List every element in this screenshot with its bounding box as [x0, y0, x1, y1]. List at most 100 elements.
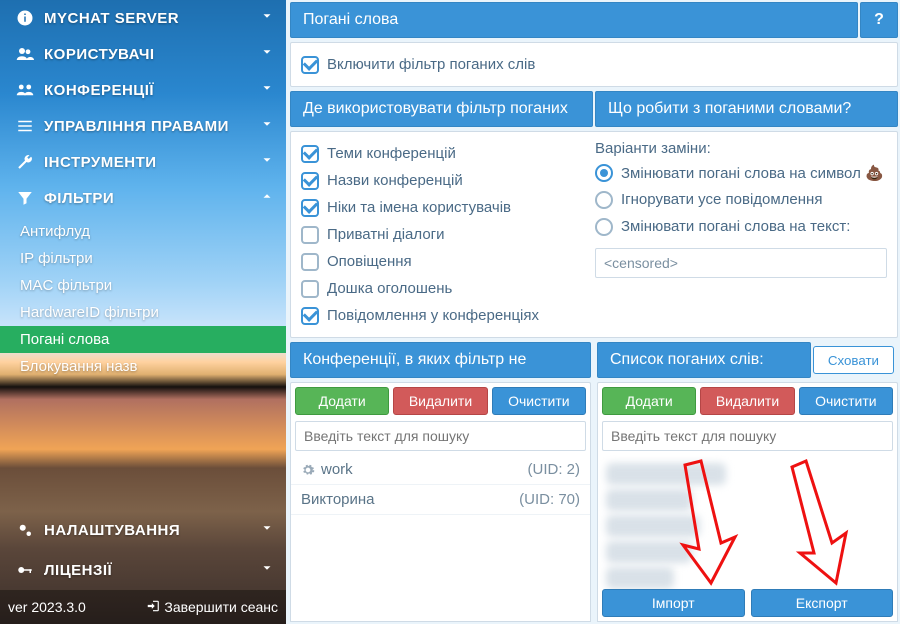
logout-link[interactable]: Завершити сеанс [146, 599, 278, 616]
what-title: Що робити з поганими словами? [595, 91, 898, 127]
import-button[interactable]: Імпорт [602, 589, 745, 617]
options-panel: Теми конференцій Назви конференцій Ніки … [290, 131, 898, 338]
nav-tools[interactable]: ІНСТРУМЕНТИ [0, 144, 286, 180]
sidebar: MYCHAT SERVER КОРИСТУВАЧІ КОНФЕРЕНЦІЇ УП… [0, 0, 286, 624]
sub-bad-words[interactable]: Погані слова [0, 326, 286, 353]
nav-licenses[interactable]: ЛІЦЕНЗІЇ [0, 550, 286, 590]
radio-icon [595, 164, 613, 182]
variants-title: Варіанти заміни: [595, 140, 887, 157]
conf-delete-button[interactable]: Видалити [393, 387, 487, 415]
sub-mac-filters[interactable]: MAC фільтри [0, 272, 286, 299]
wrench-icon [14, 153, 36, 171]
version-label: ver 2023.3.0 [8, 599, 146, 615]
nav-label: MYCHAT SERVER [44, 10, 179, 27]
chevron-down-icon [260, 521, 274, 539]
conf-name: Викторина [301, 491, 375, 508]
blurred-words [606, 459, 777, 585]
checkbox-icon [301, 56, 319, 74]
where-column: Теми конференцій Назви конференцій Ніки … [301, 140, 593, 329]
nav-filters[interactable]: ФІЛЬТРИ [0, 180, 286, 216]
conferences-list: work (UID: 2) Викторина (UID: 70) [290, 455, 591, 622]
gears-icon [14, 521, 36, 539]
checkbox-icon [301, 199, 319, 217]
conferences-column: Конференції, в яких фільтр не Додати Вид… [290, 342, 591, 622]
words-list: Імпорт Експорт [597, 455, 898, 622]
key-icon [14, 561, 36, 579]
nav-users[interactable]: КОРИСТУВАЧІ [0, 36, 286, 72]
nav-settings[interactable]: НАЛАШТУВАННЯ [0, 510, 286, 550]
words-clear-button[interactable]: Очистити [799, 387, 893, 415]
nav-rights[interactable]: УПРАВЛІННЯ ПРАВАМИ [0, 108, 286, 144]
checkbox-icon [301, 253, 319, 271]
replace-text-input[interactable] [595, 248, 887, 278]
conf-add-button[interactable]: Додати [295, 387, 389, 415]
where-names[interactable]: Назви конференцій [301, 167, 593, 194]
checkbox-icon [301, 172, 319, 190]
nav: MYCHAT SERVER КОРИСТУВАЧІ КОНФЕРЕНЦІЇ УП… [0, 0, 286, 386]
sub-block-names[interactable]: Блокування назв [0, 353, 286, 380]
list-item[interactable]: Викторина (UID: 70) [291, 485, 590, 515]
nav-label: ФІЛЬТРИ [44, 190, 114, 207]
where-nicks[interactable]: Ніки та імена користувачів [301, 194, 593, 221]
words-add-button[interactable]: Додати [602, 387, 696, 415]
nav-label: УПРАВЛІННЯ ПРАВАМИ [44, 118, 229, 135]
users-icon [14, 45, 36, 63]
bottombar: ver 2023.3.0 Завершити сеанс [0, 590, 286, 624]
where-topics[interactable]: Теми конференцій [301, 140, 593, 167]
words-delete-button[interactable]: Видалити [700, 387, 794, 415]
where-messages[interactable]: Повідомлення у конференціях [301, 302, 593, 329]
nav-conferences[interactable]: КОНФЕРЕНЦІЇ [0, 72, 286, 108]
chevron-down-icon [260, 117, 274, 135]
variant-ignore[interactable]: Ігнорувати усе повідомлення [595, 186, 887, 213]
list-icon [14, 117, 36, 135]
radio-icon [595, 218, 613, 236]
main: Погані слова ? Включити фільтр поганих с… [286, 0, 900, 624]
conf-uid: (UID: 70) [519, 491, 580, 508]
chevron-down-icon [260, 45, 274, 63]
conf-clear-button[interactable]: Очистити [492, 387, 586, 415]
conf-name: work [321, 461, 353, 478]
sub-ip-filters[interactable]: IP фільтри [0, 245, 286, 272]
sub-hardwareid-filters[interactable]: HardwareID фільтри [0, 299, 286, 326]
chevron-down-icon [260, 9, 274, 27]
chevron-down-icon [260, 81, 274, 99]
nav-mychat-server[interactable]: MYCHAT SERVER [0, 0, 286, 36]
logout-icon [146, 599, 160, 616]
sub-antiflood[interactable]: Антифлуд [0, 218, 286, 245]
nav-label: ІНСТРУМЕНТИ [44, 154, 157, 171]
funnel-icon [14, 189, 36, 207]
checkbox-icon [301, 145, 319, 163]
info-icon [14, 9, 36, 27]
chevron-down-icon [260, 561, 274, 579]
conferences-toolbar: Додати Видалити Очистити [290, 382, 591, 417]
checkbox-icon [301, 307, 319, 325]
nav-label: КОНФЕРЕНЦІЇ [44, 82, 154, 99]
help-button[interactable]: ? [860, 2, 898, 38]
page-title: Погані слова [290, 2, 858, 38]
enable-panel: Включити фільтр поганих слів [290, 42, 898, 87]
group-icon [14, 81, 36, 99]
conf-search-input[interactable] [295, 421, 586, 451]
variant-text[interactable]: Змінювати погані слова на текст: [595, 213, 887, 240]
where-title: Де використовувати фільтр поганих [290, 91, 593, 127]
conferences-title: Конференції, в яких фільтр не [290, 342, 591, 378]
words-search-input[interactable] [602, 421, 893, 451]
enable-checkbox-row[interactable]: Включити фільтр поганих слів [301, 51, 887, 78]
list-item[interactable]: work (UID: 2) [291, 455, 590, 485]
gear-icon [301, 463, 315, 477]
words-title: Список поганих слів: [597, 342, 811, 378]
nav-label: КОРИСТУВАЧІ [44, 46, 155, 63]
where-notify[interactable]: Оповіщення [301, 248, 593, 275]
variants-column: Варіанти заміни: Змінювати погані слова … [595, 140, 887, 329]
variant-symbol[interactable]: Змінювати погані слова на символ 💩 [595, 159, 887, 186]
export-button[interactable]: Експорт [751, 589, 894, 617]
chevron-down-icon [260, 153, 274, 171]
filters-submenu: Антифлуд IP фільтри MAC фільтри Hardware… [0, 216, 286, 386]
where-private[interactable]: Приватні діалоги [301, 221, 593, 248]
radio-icon [595, 191, 613, 209]
where-board[interactable]: Дошка оголошень [301, 275, 593, 302]
nav-label: ЛІЦЕНЗІЇ [44, 562, 112, 579]
logout-label: Завершити сеанс [164, 599, 278, 615]
arrow-annotation-icon [788, 457, 858, 587]
hide-button[interactable]: Сховати [813, 346, 894, 374]
